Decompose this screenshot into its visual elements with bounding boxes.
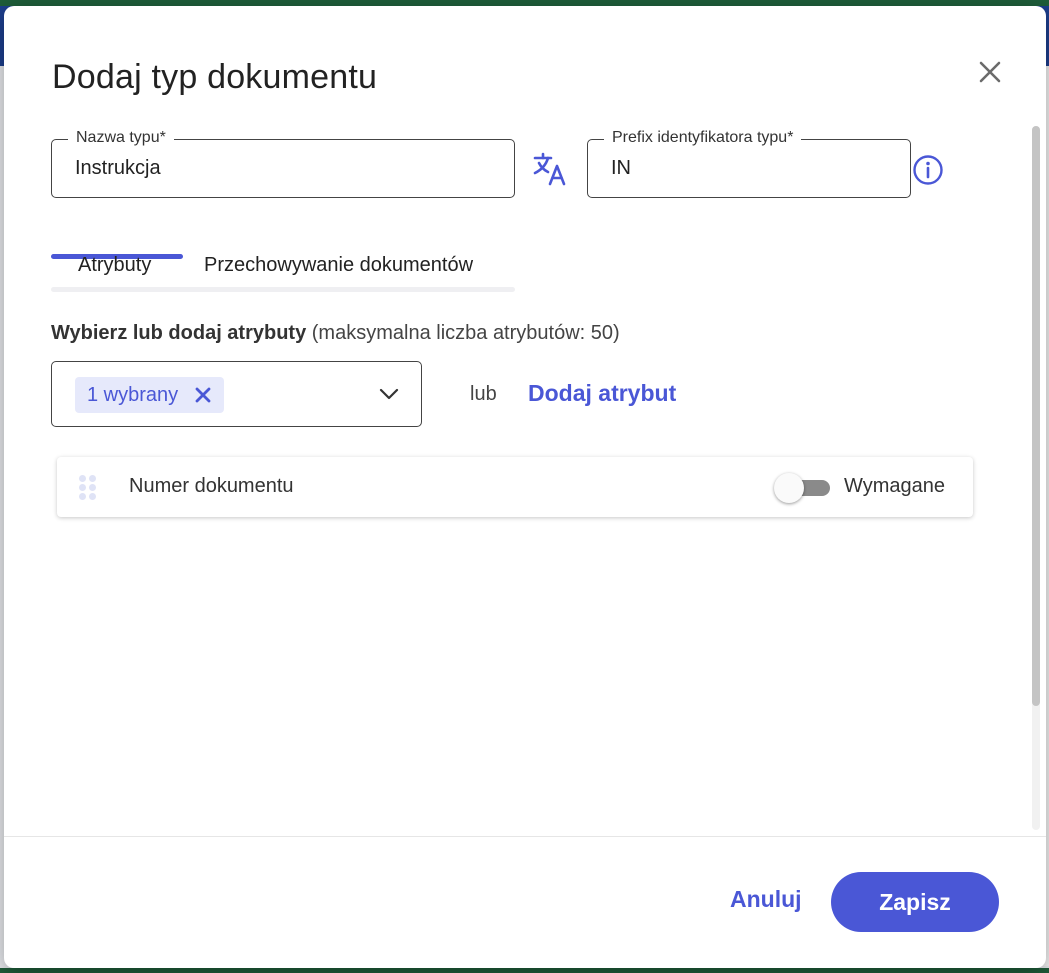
add-attribute-link[interactable]: Dodaj atrybut (528, 380, 676, 407)
attributes-heading-bold: Wybierz lub dodaj atrybuty (51, 322, 307, 344)
clear-selection-icon[interactable] (194, 386, 212, 404)
close-icon[interactable] (974, 56, 1006, 88)
tab-track (51, 287, 515, 292)
tab-attributes[interactable]: Atrybuty (78, 254, 151, 277)
type-name-label: Nazwa typu* (68, 129, 174, 147)
chevron-down-icon (378, 383, 400, 405)
drag-handle-icon[interactable] (79, 475, 96, 501)
attributes-select[interactable]: 1 wybrany (51, 361, 422, 427)
toggle-thumb (774, 473, 804, 503)
prefix-label: Prefix identyfikatora typu* (604, 129, 802, 147)
type-name-value: Instrukcja (75, 157, 161, 179)
add-document-type-dialog: Dodaj typ dokumentu Nazwa typu* Instrukc… (4, 6, 1046, 968)
attributes-heading: Wybierz lub dodaj atrybuty (maksymalna l… (51, 322, 620, 345)
attribute-name: Numer dokumentu (129, 475, 294, 497)
tab-document-storage[interactable]: Przechowywanie dokumentów (204, 254, 473, 277)
info-icon[interactable] (912, 154, 944, 186)
scrollbar[interactable] (1032, 126, 1040, 830)
or-text: lub (470, 383, 497, 405)
dialog-title: Dodaj typ dokumentu (52, 58, 378, 96)
footer-divider (4, 836, 1046, 837)
prefix-value: IN (611, 157, 631, 179)
attribute-row: Numer dokumentu Wymagane (57, 457, 973, 517)
chip-label: 1 wybrany (87, 383, 179, 406)
type-name-field[interactable]: Nazwa typu* Instrukcja (51, 129, 515, 198)
cancel-button[interactable]: Anuluj (730, 886, 802, 913)
scrollbar-thumb[interactable] (1032, 126, 1040, 706)
required-toggle[interactable] (774, 472, 832, 503)
save-button[interactable]: Zapisz (831, 872, 999, 932)
required-label: Wymagane (844, 475, 945, 497)
attributes-heading-rest: (maksymalna liczba atrybutów: 50) (306, 322, 620, 344)
selected-count-chip: 1 wybrany (75, 377, 225, 413)
tab-bar: Atrybuty Przechowywanie dokumentów (51, 246, 515, 292)
prefix-field[interactable]: Prefix identyfikatora typu* IN (587, 129, 911, 198)
translate-icon[interactable] (532, 151, 568, 187)
